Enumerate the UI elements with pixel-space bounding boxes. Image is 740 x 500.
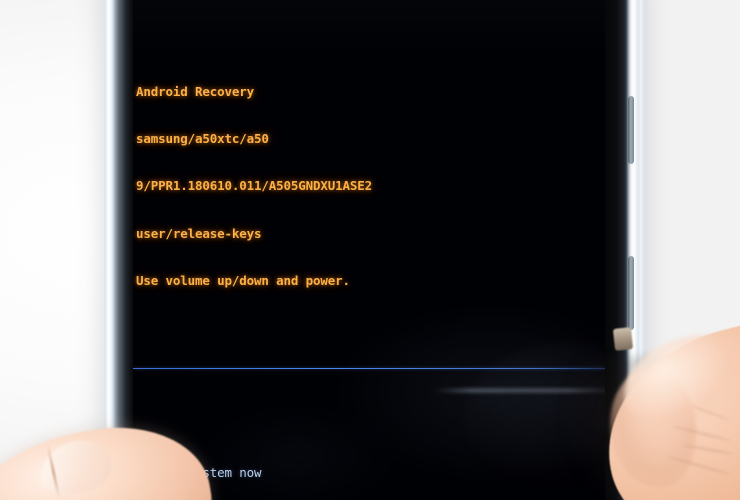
recovery-header: Android Recovery samsung/a50xtc/a50 9/PP…: [133, 53, 605, 320]
volume-button[interactable]: [628, 96, 634, 164]
phone-screen[interactable]: Android Recovery samsung/a50xtc/a50 9/PP…: [133, 0, 605, 500]
recovery-header-line: samsung/a50xtc/a50: [136, 131, 269, 147]
power-button[interactable]: [628, 256, 634, 330]
recovery-header-line: 9/PPR1.180610.011/A505GNDXU1ASE2: [136, 178, 373, 194]
recovery-header-line: Use volume up/down and power.: [136, 272, 350, 288]
phone-corner-metal: [612, 327, 634, 351]
recovery-title-partial: Android Recovery: [136, 84, 255, 100]
recovery-header-line: user/release-keys: [136, 225, 262, 241]
screenshot-root: Android Recovery samsung/a50xtc/a50 9/PP…: [0, 0, 740, 500]
phone-left-rim: [106, 0, 115, 500]
phone-right-rim: [627, 0, 640, 500]
screen-reflection-streak: [433, 388, 605, 393]
